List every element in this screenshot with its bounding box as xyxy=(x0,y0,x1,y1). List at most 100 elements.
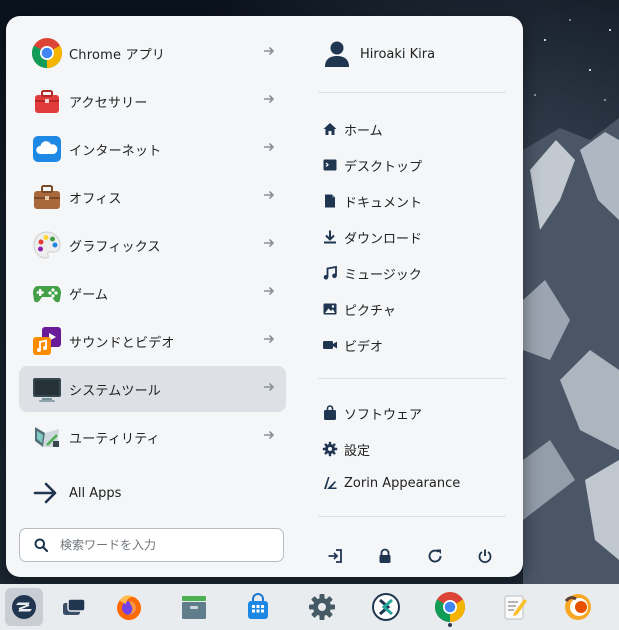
place-label: ダウンロード xyxy=(344,231,423,247)
place-desktop[interactable]: デスクトップ xyxy=(322,154,422,176)
place-downloads[interactable]: ダウンロード xyxy=(322,226,422,248)
search-box[interactable] xyxy=(19,528,284,562)
category-graphics[interactable]: グラフィックス xyxy=(19,222,286,268)
category-accessories[interactable]: アクセサリー xyxy=(19,78,286,124)
user-account-button[interactable]: Hiroaki Kira xyxy=(324,40,435,68)
running-indicator xyxy=(448,623,452,627)
all-apps-label: All Apps xyxy=(69,485,122,501)
category-label: アクセサリー xyxy=(69,95,148,111)
divider xyxy=(318,92,506,93)
system-label: ソフトウェア xyxy=(344,407,423,423)
zorin-menu-icon xyxy=(12,595,36,619)
toolbox-icon xyxy=(35,90,59,113)
cloud-icon xyxy=(33,136,61,162)
document-icon xyxy=(325,194,335,208)
place-label: ミュージック xyxy=(344,267,422,283)
settings-button[interactable] xyxy=(303,588,341,626)
category-sound-video[interactable]: サウンドとビデオ xyxy=(19,318,286,364)
gamepad-icon xyxy=(33,286,61,303)
place-music[interactable]: ミュージック xyxy=(322,262,422,284)
logout-button[interactable] xyxy=(323,544,347,568)
picture-icon xyxy=(323,303,337,315)
all-apps-button[interactable]: All Apps xyxy=(33,480,121,506)
category-label: Chrome アプリ xyxy=(69,47,166,63)
text-editor-button[interactable] xyxy=(496,588,534,626)
monitor-icon xyxy=(33,378,61,402)
power-button[interactable] xyxy=(473,544,497,568)
app-icon xyxy=(564,594,591,620)
lock-button[interactable] xyxy=(373,544,397,568)
app-button[interactable] xyxy=(559,588,597,626)
firefox-icon xyxy=(117,595,141,620)
lock-icon xyxy=(379,548,391,563)
arrow-right-icon xyxy=(264,286,275,296)
palette-icon xyxy=(33,231,61,259)
workspaces-icon xyxy=(63,598,86,615)
video-icon xyxy=(323,341,337,349)
chrome-icon xyxy=(31,38,63,68)
zorin-menu-button[interactable] xyxy=(5,588,43,626)
briefcase-icon xyxy=(34,185,60,209)
arrow-right-icon xyxy=(264,334,275,344)
category-games[interactable]: ゲーム xyxy=(19,270,286,316)
remote-desktop-icon xyxy=(372,593,400,621)
system-settings[interactable]: 設定 xyxy=(322,438,370,460)
remote-desktop-button[interactable] xyxy=(367,588,405,626)
place-label: デスクトップ xyxy=(344,159,423,175)
place-documents[interactable]: ドキュメント xyxy=(322,190,422,212)
search-icon xyxy=(34,538,48,552)
place-label: ビデオ xyxy=(344,339,384,355)
place-home[interactable]: ホーム xyxy=(322,118,383,140)
category-label: ユーティリティ xyxy=(69,431,160,447)
place-videos[interactable]: ビデオ xyxy=(322,334,383,356)
category-label: インターネット xyxy=(69,143,162,159)
text-editor-icon xyxy=(504,595,527,620)
arrow-right-icon xyxy=(264,46,275,56)
workspaces-button[interactable] xyxy=(55,588,93,626)
category-system-tools[interactable]: システムツール xyxy=(19,366,286,412)
software-bag-icon xyxy=(324,405,336,420)
settings-gear-icon xyxy=(322,441,338,457)
category-label: グラフィックス xyxy=(69,239,161,255)
restart-icon xyxy=(428,549,442,563)
utilities-icon xyxy=(35,427,59,447)
arrow-right-icon xyxy=(264,142,275,152)
place-label: ドキュメント xyxy=(344,195,423,211)
system-software[interactable]: ソフトウェア xyxy=(322,402,422,424)
start-menu: Chrome アプリ アクセサリー インターネット オフィス グラフィックス ゲ… xyxy=(6,16,523,577)
firefox-button[interactable] xyxy=(110,588,148,626)
search-input[interactable] xyxy=(58,537,262,553)
divider xyxy=(318,378,506,379)
category-label: オフィス xyxy=(69,191,122,207)
divider xyxy=(318,516,506,517)
music-video-icon xyxy=(33,327,61,355)
chrome-button[interactable] xyxy=(431,588,469,627)
settings-icon xyxy=(309,594,335,620)
system-label: Zorin Appearance xyxy=(344,475,461,491)
category-internet[interactable]: インターネット xyxy=(19,126,286,172)
place-label: ホーム xyxy=(344,123,383,139)
user-avatar-icon xyxy=(325,41,349,67)
desktop-icon xyxy=(323,159,337,171)
restart-button[interactable] xyxy=(423,544,447,568)
power-icon xyxy=(478,549,492,563)
files-icon xyxy=(182,596,206,619)
chrome-icon xyxy=(434,592,466,622)
logout-icon xyxy=(328,549,342,563)
arrow-right-icon xyxy=(264,430,275,440)
taskbar xyxy=(0,584,619,630)
category-utilities[interactable]: ユーティリティ xyxy=(19,414,286,460)
download-icon xyxy=(324,230,336,244)
category-chrome-apps[interactable]: Chrome アプリ xyxy=(19,30,286,76)
software-store-icon xyxy=(248,593,268,619)
category-label: サウンドとビデオ xyxy=(69,335,175,351)
user-name: Hiroaki Kira xyxy=(360,46,436,62)
category-office[interactable]: オフィス xyxy=(19,174,286,220)
system-zorin-appearance[interactable]: Zorin Appearance xyxy=(322,472,460,494)
music-icon xyxy=(323,265,337,280)
software-store-button[interactable] xyxy=(239,588,277,626)
place-pictures[interactable]: ピクチャ xyxy=(322,298,396,320)
system-label: 設定 xyxy=(344,443,371,459)
files-button[interactable] xyxy=(175,588,213,626)
home-icon xyxy=(323,123,337,135)
